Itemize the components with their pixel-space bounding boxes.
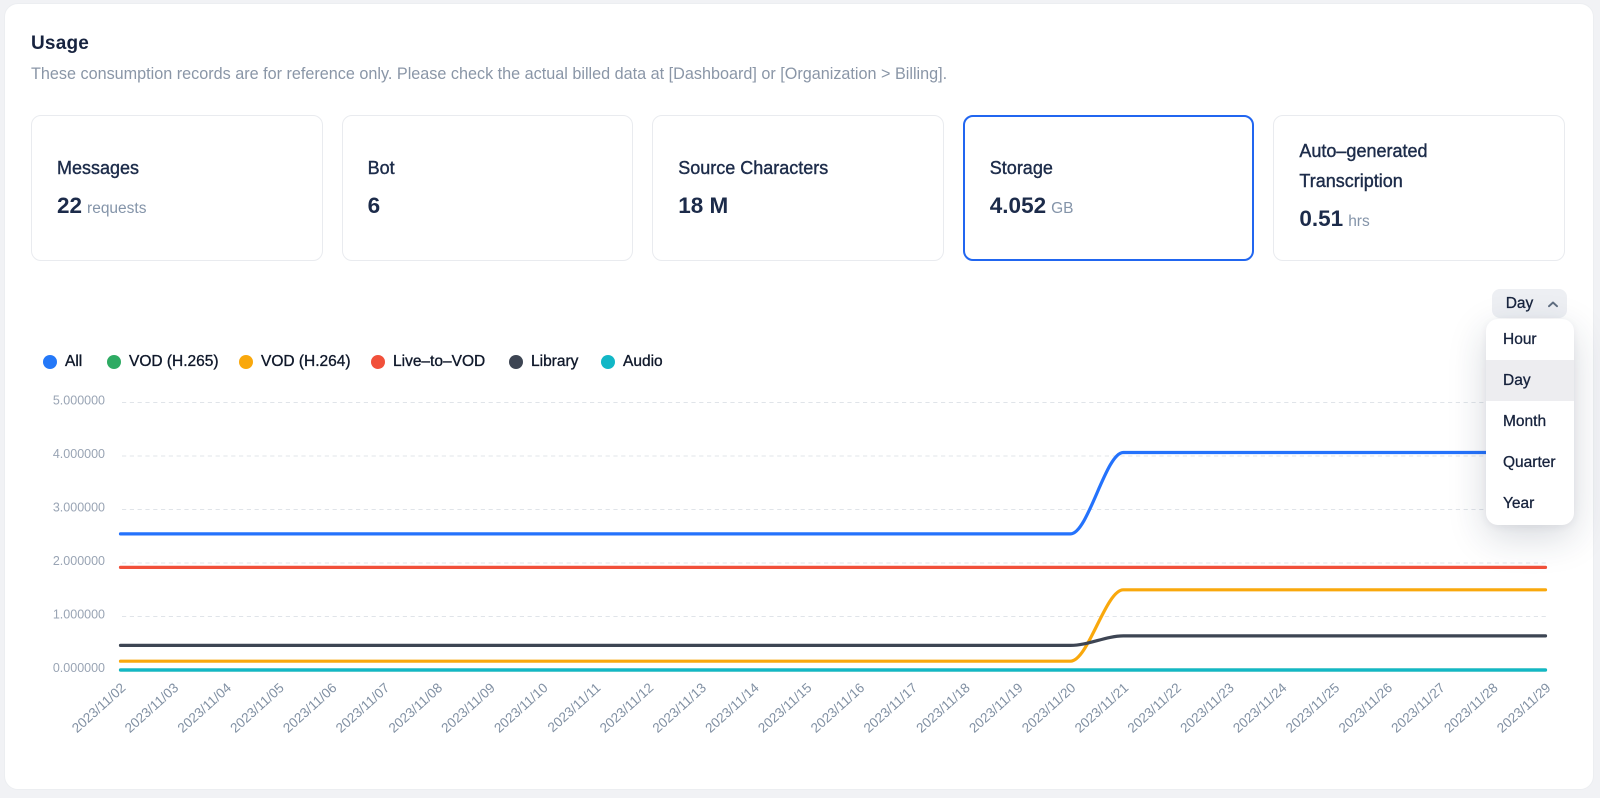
svg-text:1.000000: 1.000000 — [53, 607, 105, 621]
svg-text:3.000000: 3.000000 — [53, 500, 105, 514]
svg-text:0.000000: 0.000000 — [53, 661, 105, 675]
svg-text:2023/11/21: 2023/11/21 — [1072, 680, 1132, 736]
svg-text:2023/11/12: 2023/11/12 — [597, 680, 657, 736]
svg-text:2023/11/19: 2023/11/19 — [966, 680, 1026, 736]
svg-text:2023/11/05: 2023/11/05 — [227, 680, 287, 736]
svg-text:2023/11/20: 2023/11/20 — [1019, 680, 1079, 736]
svg-text:2023/11/06: 2023/11/06 — [280, 680, 340, 736]
svg-text:2023/11/24: 2023/11/24 — [1230, 680, 1290, 736]
svg-text:2023/11/23: 2023/11/23 — [1177, 680, 1237, 736]
svg-text:2023/11/25: 2023/11/25 — [1283, 680, 1343, 736]
svg-text:2023/11/15: 2023/11/15 — [755, 680, 815, 736]
svg-text:2023/11/14: 2023/11/14 — [702, 680, 762, 736]
svg-text:2023/11/28: 2023/11/28 — [1441, 680, 1501, 736]
svg-text:2023/11/03: 2023/11/03 — [122, 680, 182, 736]
svg-text:2023/11/18: 2023/11/18 — [913, 680, 973, 736]
svg-text:2023/11/13: 2023/11/13 — [650, 680, 710, 736]
svg-text:2023/11/04: 2023/11/04 — [175, 680, 235, 736]
svg-text:2023/11/10: 2023/11/10 — [491, 680, 551, 736]
svg-text:2023/11/09: 2023/11/09 — [438, 680, 498, 736]
svg-text:5.000000: 5.000000 — [53, 393, 105, 407]
svg-text:2023/11/08: 2023/11/08 — [386, 680, 446, 736]
svg-text:2.000000: 2.000000 — [53, 554, 105, 568]
svg-text:2023/11/26: 2023/11/26 — [1336, 680, 1396, 736]
svg-text:4.000000: 4.000000 — [53, 447, 105, 461]
svg-text:2023/11/29: 2023/11/29 — [1494, 680, 1554, 736]
svg-text:2023/11/17: 2023/11/17 — [861, 680, 921, 736]
svg-text:2023/11/16: 2023/11/16 — [808, 680, 868, 736]
svg-text:2023/11/27: 2023/11/27 — [1388, 680, 1448, 736]
svg-text:2023/11/22: 2023/11/22 — [1125, 680, 1185, 736]
svg-text:2023/11/07: 2023/11/07 — [333, 680, 393, 736]
svg-text:2023/11/02: 2023/11/02 — [69, 680, 129, 736]
svg-text:2023/11/11: 2023/11/11 — [545, 680, 604, 735]
